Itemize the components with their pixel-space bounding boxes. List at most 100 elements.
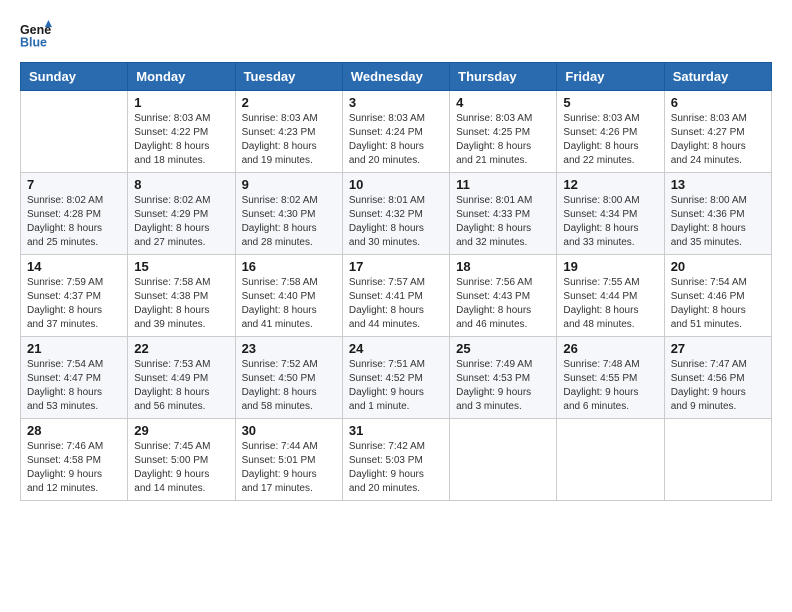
day-cell: 14 Sunrise: 7:59 AMSunset: 4:37 PMDayligh…	[21, 255, 128, 337]
day-info: Sunrise: 8:02 AMSunset: 4:30 PMDaylight:…	[242, 194, 336, 250]
day-info: Sunrise: 7:48 AMSunset: 4:55 PMDaylight:…	[563, 358, 657, 414]
day-cell: 5 Sunrise: 8:03 AMSunset: 4:26 PMDaylight…	[557, 91, 664, 173]
day-info: Sunrise: 8:03 AMSunset: 4:22 PMDaylight:…	[134, 112, 228, 168]
day-number: 22	[134, 341, 228, 356]
day-cell: 26 Sunrise: 7:48 AMSunset: 4:55 PMDayligh…	[557, 337, 664, 419]
week-row-5: 28Sunrise: 7:46 AMSunset: 4:58 PMDayligh…	[21, 419, 772, 501]
day-info: Sunrise: 7:54 AMSunset: 4:47 PMDaylight:…	[27, 358, 121, 414]
day-info: Sunrise: 7:58 AMSunset: 4:40 PMDaylight:…	[242, 276, 336, 332]
day-info: Sunrise: 7:55 AMSunset: 4:44 PMDaylight:…	[563, 276, 657, 332]
day-info: Sunrise: 7:51 AMSunset: 4:52 PMDaylight:…	[349, 358, 443, 414]
day-cell: 31 Sunrise: 7:42 AMSunset: 5:03 PMDayligh…	[342, 419, 449, 501]
day-number: 14	[27, 259, 121, 274]
day-cell: 15Sunrise: 7:58 AMSunset: 4:38 PMDayligh…	[128, 255, 235, 337]
day-info: Sunrise: 8:03 AMSunset: 4:24 PMDaylight:…	[349, 112, 443, 168]
day-cell: 11 Sunrise: 8:01 AMSunset: 4:33 PMDayligh…	[450, 173, 557, 255]
weekday-header-tuesday: Tuesday	[235, 63, 342, 91]
day-number: 29	[134, 423, 228, 438]
weekday-header-sunday: Sunday	[21, 63, 128, 91]
day-cell: 28Sunrise: 7:46 AMSunset: 4:58 PMDayligh…	[21, 419, 128, 501]
day-cell: 24 Sunrise: 7:51 AMSunset: 4:52 PMDayligh…	[342, 337, 449, 419]
day-cell	[664, 419, 771, 501]
day-cell: 27Sunrise: 7:47 AMSunset: 4:56 PMDayligh…	[664, 337, 771, 419]
day-info: Sunrise: 7:45 AMSunset: 5:00 PMDaylight:…	[134, 440, 228, 496]
day-cell: 22 Sunrise: 7:53 AMSunset: 4:49 PMDayligh…	[128, 337, 235, 419]
day-info: Sunrise: 8:02 AMSunset: 4:29 PMDaylight:…	[134, 194, 228, 250]
day-number: 26	[563, 341, 657, 356]
svg-text:Blue: Blue	[20, 36, 47, 50]
day-cell: 16Sunrise: 7:58 AMSunset: 4:40 PMDayligh…	[235, 255, 342, 337]
day-number: 11	[456, 177, 550, 192]
day-number: 23	[242, 341, 336, 356]
day-info: Sunrise: 7:56 AMSunset: 4:43 PMDaylight:…	[456, 276, 550, 332]
day-info: Sunrise: 7:47 AMSunset: 4:56 PMDaylight:…	[671, 358, 765, 414]
day-number: 3	[349, 95, 443, 110]
day-info: Sunrise: 7:52 AMSunset: 4:50 PMDaylight:…	[242, 358, 336, 414]
week-row-1: 1Sunrise: 8:03 AMSunset: 4:22 PMDaylight…	[21, 91, 772, 173]
day-info: Sunrise: 7:53 AMSunset: 4:49 PMDaylight:…	[134, 358, 228, 414]
weekday-header-monday: Monday	[128, 63, 235, 91]
day-cell: 20Sunrise: 7:54 AMSunset: 4:46 PMDayligh…	[664, 255, 771, 337]
day-info: Sunrise: 7:59 AMSunset: 4:37 PMDaylight:…	[27, 276, 121, 332]
day-number: 7	[27, 177, 121, 192]
day-number: 10	[349, 177, 443, 192]
day-cell: 2 Sunrise: 8:03 AMSunset: 4:23 PMDaylight…	[235, 91, 342, 173]
day-cell: 4Sunrise: 8:03 AMSunset: 4:25 PMDaylight…	[450, 91, 557, 173]
day-number: 30	[242, 423, 336, 438]
day-cell: 21 Sunrise: 7:54 AMSunset: 4:47 PMDayligh…	[21, 337, 128, 419]
day-number: 21	[27, 341, 121, 356]
weekday-header-wednesday: Wednesday	[342, 63, 449, 91]
day-number: 24	[349, 341, 443, 356]
day-info: Sunrise: 8:03 AMSunset: 4:23 PMDaylight:…	[242, 112, 336, 168]
day-info: Sunrise: 8:00 AMSunset: 4:34 PMDaylight:…	[563, 194, 657, 250]
day-info: Sunrise: 8:03 AMSunset: 4:26 PMDaylight:…	[563, 112, 657, 168]
page-header: General Blue	[20, 20, 772, 52]
day-number: 20	[671, 259, 765, 274]
day-cell	[557, 419, 664, 501]
calendar-table: SundayMondayTuesdayWednesdayThursdayFrid…	[20, 62, 772, 501]
day-cell	[21, 91, 128, 173]
day-number: 12	[563, 177, 657, 192]
day-info: Sunrise: 7:49 AMSunset: 4:53 PMDaylight:…	[456, 358, 550, 414]
day-cell: 1Sunrise: 8:03 AMSunset: 4:22 PMDaylight…	[128, 91, 235, 173]
day-info: Sunrise: 8:02 AMSunset: 4:28 PMDaylight:…	[27, 194, 121, 250]
day-cell: 18 Sunrise: 7:56 AMSunset: 4:43 PMDayligh…	[450, 255, 557, 337]
weekday-header-friday: Friday	[557, 63, 664, 91]
day-number: 15	[134, 259, 228, 274]
day-number: 4	[456, 95, 550, 110]
day-info: Sunrise: 8:01 AMSunset: 4:33 PMDaylight:…	[456, 194, 550, 250]
day-number: 13	[671, 177, 765, 192]
day-number: 8	[134, 177, 228, 192]
week-row-3: 14 Sunrise: 7:59 AMSunset: 4:37 PMDayligh…	[21, 255, 772, 337]
day-cell: 30 Sunrise: 7:44 AMSunset: 5:01 PMDayligh…	[235, 419, 342, 501]
day-cell: 29 Sunrise: 7:45 AMSunset: 5:00 PMDayligh…	[128, 419, 235, 501]
week-row-2: 7 Sunrise: 8:02 AMSunset: 4:28 PMDaylight…	[21, 173, 772, 255]
day-info: Sunrise: 8:03 AMSunset: 4:27 PMDaylight:…	[671, 112, 765, 168]
day-info: Sunrise: 8:01 AMSunset: 4:32 PMDaylight:…	[349, 194, 443, 250]
day-info: Sunrise: 8:00 AMSunset: 4:36 PMDaylight:…	[671, 194, 765, 250]
day-cell	[450, 419, 557, 501]
day-cell: 23 Sunrise: 7:52 AMSunset: 4:50 PMDayligh…	[235, 337, 342, 419]
day-cell: 17Sunrise: 7:57 AMSunset: 4:41 PMDayligh…	[342, 255, 449, 337]
day-cell: 10 Sunrise: 8:01 AMSunset: 4:32 PMDayligh…	[342, 173, 449, 255]
day-number: 9	[242, 177, 336, 192]
day-cell: 13 Sunrise: 8:00 AMSunset: 4:36 PMDayligh…	[664, 173, 771, 255]
day-number: 18	[456, 259, 550, 274]
weekday-header-row: SundayMondayTuesdayWednesdayThursdayFrid…	[21, 63, 772, 91]
day-number: 17	[349, 259, 443, 274]
day-cell: 8 Sunrise: 8:02 AMSunset: 4:29 PMDaylight…	[128, 173, 235, 255]
day-number: 25	[456, 341, 550, 356]
day-number: 5	[563, 95, 657, 110]
logo: General Blue	[20, 20, 52, 52]
day-info: Sunrise: 7:44 AMSunset: 5:01 PMDaylight:…	[242, 440, 336, 496]
day-info: Sunrise: 7:42 AMSunset: 5:03 PMDaylight:…	[349, 440, 443, 496]
day-number: 6	[671, 95, 765, 110]
weekday-header-saturday: Saturday	[664, 63, 771, 91]
day-number: 19	[563, 259, 657, 274]
day-number: 31	[349, 423, 443, 438]
day-cell: 7 Sunrise: 8:02 AMSunset: 4:28 PMDaylight…	[21, 173, 128, 255]
week-row-4: 21 Sunrise: 7:54 AMSunset: 4:47 PMDayligh…	[21, 337, 772, 419]
day-cell: 3 Sunrise: 8:03 AMSunset: 4:24 PMDaylight…	[342, 91, 449, 173]
day-number: 2	[242, 95, 336, 110]
day-cell: 25 Sunrise: 7:49 AMSunset: 4:53 PMDayligh…	[450, 337, 557, 419]
